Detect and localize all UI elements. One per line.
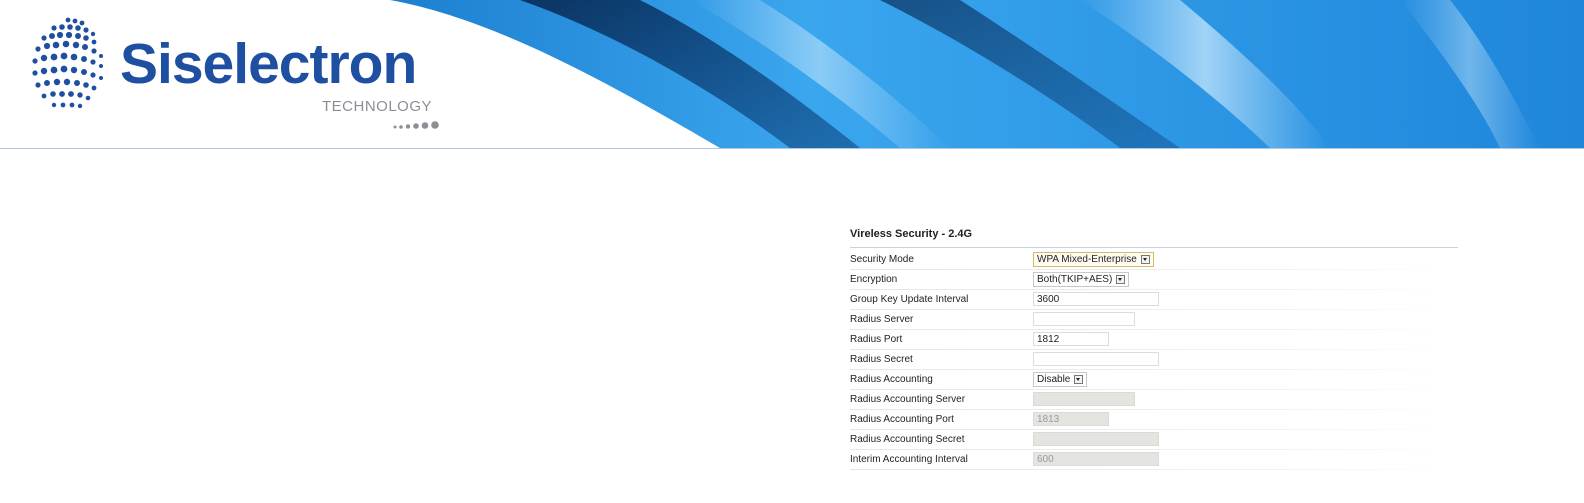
form-row-radius-accounting-secret: Radius Accounting Secret xyxy=(850,430,1470,450)
form-row-interim-accounting-interval: Interim Accounting Interval 600 xyxy=(850,450,1470,470)
radius-accounting-secret-input xyxy=(1033,432,1159,446)
field-label: Radius Accounting Secret xyxy=(850,434,965,445)
decorative-dots-icon xyxy=(393,121,439,129)
radius-accounting-select[interactable]: Disable xyxy=(1033,372,1088,387)
dropdown-arrow-icon[interactable] xyxy=(1140,255,1150,264)
form-row-radius-secret: Radius Secret xyxy=(850,350,1470,370)
radius-port-input[interactable]: 1812 xyxy=(1033,332,1109,346)
form-row-group-key-update-interval: Group Key Update Interval 3600 xyxy=(850,290,1470,310)
dropdown-arrow-icon[interactable] xyxy=(1116,275,1126,284)
settings-form: Security Mode WPA Mixed-Enterprise Encrypt… xyxy=(850,250,1470,470)
field-label: Group Key Update Interval xyxy=(850,294,969,305)
select-value: WPA Mixed-Enterprise xyxy=(1037,254,1137,265)
radius-accounting-port-input: 1813 xyxy=(1033,412,1109,426)
field-label: Radius Port xyxy=(850,334,903,345)
group-key-update-interval-input[interactable]: 3600 xyxy=(1033,292,1159,306)
form-row-radius-accounting-server: Radius Accounting Server xyxy=(850,390,1470,410)
field-label: Radius Accounting Server xyxy=(850,394,966,405)
field-label: Radius Accounting Port xyxy=(850,414,954,425)
field-label: Interim Accounting Interval xyxy=(850,454,968,465)
field-label: Radius Secret xyxy=(850,354,913,365)
brand-name: Siselectron xyxy=(120,32,417,96)
radius-secret-input[interactable] xyxy=(1033,352,1159,366)
radius-accounting-server-input xyxy=(1033,392,1135,406)
form-row-encryption: Encryption Both(TKIP+AES) xyxy=(850,270,1470,290)
form-row-radius-accounting: Radius Accounting Disable xyxy=(850,370,1470,390)
panel-title: Vireless Security - 2.4G xyxy=(850,228,973,240)
field-label: Encryption xyxy=(850,274,898,285)
form-row-radius-server: Radius Server xyxy=(850,310,1470,330)
encryption-select[interactable]: Both(TKIP+AES) xyxy=(1033,272,1130,287)
form-row-radius-accounting-port: Radius Accounting Port 1813 xyxy=(850,410,1470,430)
header-banner: Siselectron TECHNOLOGY xyxy=(0,0,1584,149)
interim-accounting-interval-input: 600 xyxy=(1033,452,1159,466)
globe-logo-icon xyxy=(32,17,103,109)
wireless-security-panel: Vireless Security - 2.4G Security Mode WP… xyxy=(850,220,1470,470)
form-row-radius-port: Radius Port 1812 xyxy=(850,330,1470,350)
radius-server-input[interactable] xyxy=(1033,312,1135,326)
field-label: Security Mode xyxy=(850,254,914,265)
title-divider xyxy=(850,247,1458,248)
field-label: Radius Server xyxy=(850,314,914,325)
brand-tagline: TECHNOLOGY xyxy=(322,98,433,115)
form-row-security-mode: Security Mode WPA Mixed-Enterprise xyxy=(850,250,1470,270)
security-mode-select[interactable]: WPA Mixed-Enterprise xyxy=(1033,252,1154,267)
field-label: Radius Accounting xyxy=(850,374,933,385)
select-value: Disable xyxy=(1037,374,1071,385)
dropdown-arrow-icon[interactable] xyxy=(1074,375,1084,384)
select-value: Both(TKIP+AES) xyxy=(1037,274,1113,285)
